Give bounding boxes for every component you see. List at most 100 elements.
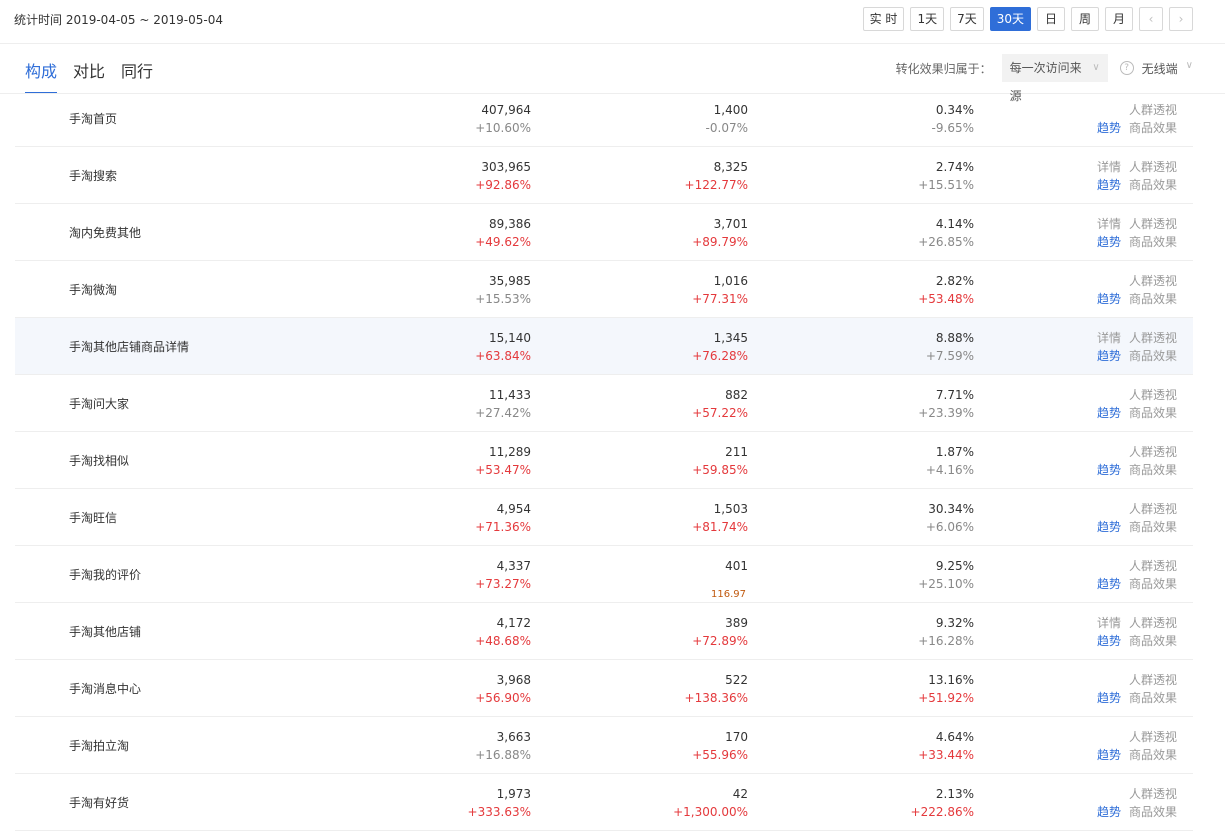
trend-link[interactable]: 趋势 [1097,347,1121,365]
visitors-cell: 3,968 +56.90% [475,671,531,707]
source-name: 手淘旺信 [69,511,118,525]
crowd-link[interactable]: 人群透视 [1129,386,1177,404]
conversion-cell: 4.14% +26.85% [918,215,974,251]
tab-peers[interactable]: 同行 [121,58,153,94]
visitors-value: 89,386 [489,217,531,231]
row-actions: 详情 人群透视 趋势 商品效果 [1087,329,1177,365]
product-effect-link[interactable]: 商品效果 [1129,575,1177,593]
crowd-link[interactable]: 人群透视 [1129,329,1177,347]
buyers-change: +55.96% [692,748,748,762]
conversion-cell: 2.74% +15.51% [918,158,974,194]
chevron-down-icon: ∨ [1092,62,1100,73]
product-effect-link[interactable]: 商品效果 [1129,404,1177,422]
trend-link[interactable]: 趋势 [1097,461,1121,479]
help-icon[interactable]: ? [1119,61,1134,75]
period-realtime-button[interactable]: 实 时 [862,7,905,31]
buyers-cell: 42 +1,300.00% [673,785,748,821]
table-row: 手淘找相似 11,289 +53.47% 211 +59.85% 1.87% +4.16% 人… [15,432,1193,489]
conversion-change: +4.16% [925,463,974,477]
trend-link[interactable]: 趋势 [1097,803,1121,821]
attribution-filter: 转化效果归属于： 每一次访问来源 ∨ ? 无线端 ∨ [896,54,1193,103]
product-effect-link[interactable]: 商品效果 [1129,461,1177,479]
crowd-link[interactable]: 人群透视 [1129,158,1177,176]
trend-link[interactable]: 趋势 [1097,575,1121,593]
crowd-link[interactable]: 人群透视 [1129,785,1177,803]
period-month-button[interactable]: 月 [1105,7,1133,31]
crowd-link[interactable]: 人群透视 [1129,728,1177,746]
product-effect-link[interactable]: 商品效果 [1129,803,1177,821]
detail-link[interactable]: 详情 [1097,329,1121,347]
device-select[interactable]: 无线端 ∨ [1142,60,1193,77]
period-1day-button[interactable]: 1天 [910,7,945,31]
crowd-link[interactable]: 人群透视 [1129,272,1177,290]
trend-link[interactable]: 趋势 [1097,746,1121,764]
detail-link[interactable]: 详情 [1097,158,1121,176]
product-effect-link[interactable]: 商品效果 [1129,119,1177,137]
trend-link[interactable]: 趋势 [1097,176,1121,194]
period-7day-button[interactable]: 7天 [950,7,984,31]
product-effect-link[interactable]: 商品效果 [1129,347,1177,365]
visitors-change: +49.62% [475,235,531,249]
period-week-button[interactable]: 周 [1071,7,1099,31]
crowd-link[interactable]: 人群透视 [1129,101,1177,119]
buyers-value: 8,325 [713,160,748,174]
crowd-link[interactable]: 人群透视 [1129,500,1177,518]
visitors-value: 303,965 [481,160,531,174]
tab-composition[interactable]: 构成 [25,58,58,94]
conversion-change: -9.65% [931,121,974,135]
product-effect-link[interactable]: 商品效果 [1129,632,1177,650]
crowd-link[interactable]: 人群透视 [1129,557,1177,575]
trend-link[interactable]: 趋势 [1097,689,1121,707]
period-30day-button[interactable]: 30天 [989,7,1031,31]
detail-link[interactable]: 详情 [1097,614,1121,632]
visitors-value: 3,663 [496,730,531,744]
detail-link[interactable]: 详情 [1097,215,1121,233]
attribution-select[interactable]: 每一次访问来源 ∨ [1001,54,1108,103]
trend-link[interactable]: 趋势 [1097,119,1121,137]
visitors-cell: 11,289 +53.47% [475,443,531,479]
product-effect-link[interactable]: 商品效果 [1129,746,1177,764]
source-name: 手淘找相似 [69,454,130,468]
buyers-cell: 522 +138.36% [685,671,748,707]
crowd-link[interactable]: 人群透视 [1129,614,1177,632]
trend-link[interactable]: 趋势 [1097,632,1121,650]
period-buttons: 实 时 1天 7天 30天 日 周 月 ‹ › [862,7,1193,31]
product-effect-link[interactable]: 商品效果 [1129,689,1177,707]
trend-link[interactable]: 趋势 [1097,290,1121,308]
buyers-value: 401 [725,559,748,573]
source-name: 手淘微淘 [69,283,118,297]
buyers-cell: 170 +55.96% [692,728,748,764]
crowd-link[interactable]: 人群透视 [1129,443,1177,461]
tab-bar: 构成 对比 同行 [25,58,153,94]
visitors-cell: 407,964 +10.60% [475,101,531,137]
product-effect-link[interactable]: 商品效果 [1129,233,1177,251]
row-actions: 人群透视 趋势 商品效果 [1087,728,1177,764]
buyers-change: +89.79% [692,235,748,249]
period-day-button[interactable]: 日 [1037,7,1065,31]
trend-link[interactable]: 趋势 [1097,233,1121,251]
visitors-change: +48.68% [475,634,531,648]
tab-compare[interactable]: 对比 [73,58,105,94]
visitors-value: 11,289 [489,445,531,459]
buyers-change: +1,300.00% [673,805,748,819]
conversion-value: 8.88% [935,331,974,345]
product-effect-link[interactable]: 商品效果 [1129,290,1177,308]
visitors-change: +71.36% [475,520,531,534]
row-actions: 详情 人群透视 趋势 商品效果 [1087,215,1177,251]
source-name: 手淘有好货 [69,796,130,810]
prev-period-button[interactable]: ‹ [1139,7,1163,31]
row-actions: 人群透视 趋势 商品效果 [1087,272,1177,308]
row-actions: 人群透视 趋势 商品效果 [1087,101,1177,137]
conversion-cell: 9.25% +25.10% [918,557,974,593]
trend-link[interactable]: 趋势 [1097,404,1121,422]
product-effect-link[interactable]: 商品效果 [1129,518,1177,536]
trend-link[interactable]: 趋势 [1097,518,1121,536]
crowd-link[interactable]: 人群透视 [1129,215,1177,233]
product-effect-link[interactable]: 商品效果 [1129,176,1177,194]
visitors-cell: 11,433 +27.42% [475,386,531,422]
next-period-button[interactable]: › [1169,7,1193,31]
crowd-link[interactable]: 人群透视 [1129,671,1177,689]
conversion-cell: 4.64% +33.44% [918,728,974,764]
table-row: 手淘首页 407,964 +10.60% 1,400 -0.07% 0.34% -9.65%… [15,90,1193,147]
buyers-cell: 1,400 -0.07% [706,101,748,137]
